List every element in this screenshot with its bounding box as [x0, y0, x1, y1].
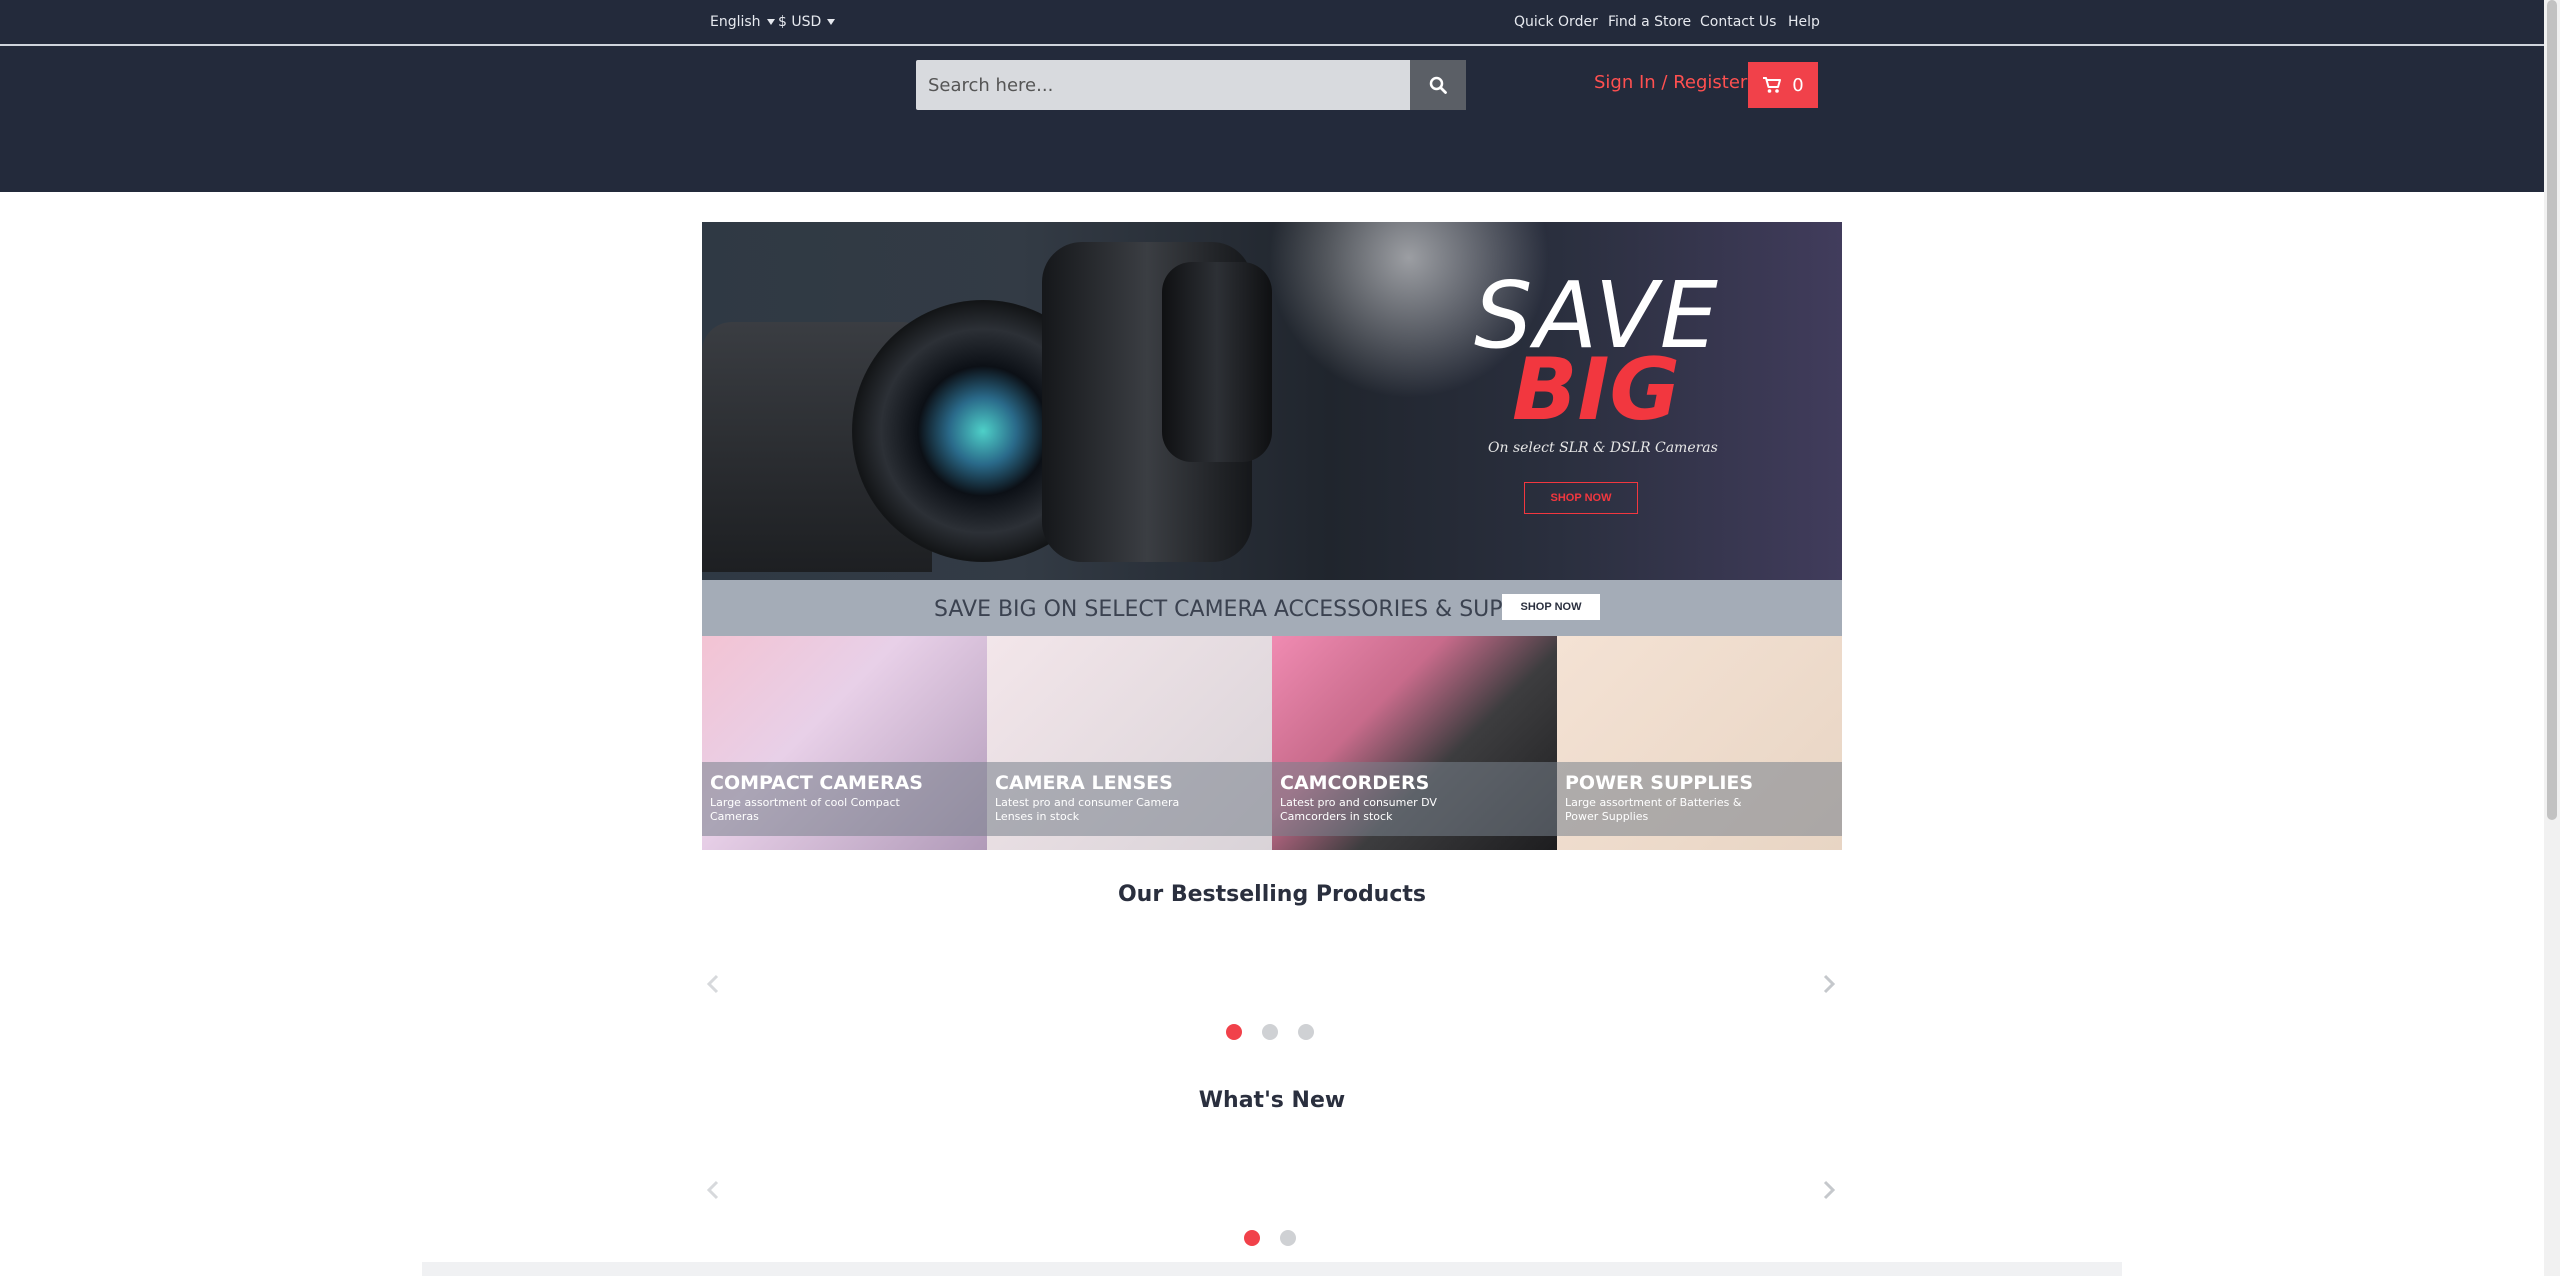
category-name: CAMERA LENSES [995, 772, 1173, 794]
chevron-left-icon[interactable] [704, 1180, 724, 1200]
category-desc: Latest pro and consumer Camera Lenses in… [995, 796, 1180, 823]
chevron-right-icon[interactable] [1818, 974, 1838, 994]
search-button[interactable] [1410, 60, 1466, 110]
whats-new-pagination [1244, 1230, 1296, 1246]
category-desc: Large assortment of Batteries & Power Su… [1565, 796, 1742, 823]
main-header: Sign In / Register 0 [0, 46, 2544, 192]
hero-banner[interactable]: SAVE BIG On select SLR & DSLR Cameras SH… [702, 222, 1842, 580]
content-footer-strip [422, 1262, 2122, 1276]
pagination-dot[interactable] [1280, 1230, 1296, 1246]
contact-us-link[interactable]: Contact Us [1700, 14, 1776, 30]
category-tile-camera-lenses[interactable]: CAMERA LENSES Latest pro and consumer Ca… [987, 636, 1272, 850]
chevron-down-icon [766, 19, 775, 25]
hero-subtitle: On select SLR & DSLR Cameras [1488, 440, 1718, 456]
hero-headline-big: BIG [1512, 340, 1681, 440]
category-tile-compact-cameras[interactable]: COMPACT CAMERAS Large assortment of cool… [702, 636, 987, 850]
search-icon [1429, 76, 1447, 94]
chevron-right-icon[interactable] [1818, 1180, 1838, 1200]
scrollbar-thumb[interactable] [2547, 0, 2557, 820]
category-desc: Large assortment of cool Compact Cameras [710, 796, 900, 823]
chevron-left-icon[interactable] [704, 974, 724, 994]
page-scrollbar[interactable] [2544, 0, 2560, 1276]
cart-icon [1763, 77, 1782, 93]
category-name: CAMCORDERS [1280, 772, 1430, 794]
category-name: POWER SUPPLIES [1565, 772, 1754, 794]
currency-select[interactable]: $ USD [778, 14, 836, 30]
pagination-dot[interactable] [1298, 1024, 1314, 1040]
promo-shop-now-button[interactable]: SHOP NOW [1502, 594, 1600, 620]
currency-value: $ USD [778, 14, 822, 30]
top-utility-bar: English $ USD Quick Order Find a Store C… [0, 0, 2544, 46]
find-store-link[interactable]: Find a Store [1608, 14, 1691, 30]
cart-count: 0 [1792, 74, 1804, 96]
promo-strip: SAVE BIG ON SELECT CAMERA ACCESSORIES & … [702, 580, 1842, 636]
language-select[interactable]: English [710, 14, 775, 30]
pagination-dot[interactable] [1262, 1024, 1278, 1040]
lens-image [1162, 262, 1272, 462]
help-link[interactable]: Help [1788, 14, 1820, 30]
search-input[interactable] [916, 60, 1420, 110]
cart-button[interactable]: 0 [1748, 62, 1818, 108]
signin-register-link[interactable]: Sign In / Register [1594, 72, 1747, 93]
hero-shop-now-button[interactable]: SHOP NOW [1524, 482, 1638, 514]
pagination-dot[interactable] [1226, 1024, 1242, 1040]
chevron-down-icon [827, 19, 836, 25]
category-tile-camcorders[interactable]: CAMCORDERS Latest pro and consumer DV Ca… [1272, 636, 1557, 850]
bestselling-title: Our Bestselling Products [1117, 882, 1427, 907]
category-tiles: COMPACT CAMERAS Large assortment of cool… [702, 636, 1842, 850]
search-bar [916, 60, 1466, 110]
language-value: English [710, 14, 761, 30]
category-name: COMPACT CAMERAS [710, 772, 923, 794]
promo-text: SAVE BIG ON SELECT CAMERA ACCESSORIES & … [934, 597, 1563, 622]
pagination-dot[interactable] [1244, 1230, 1260, 1246]
category-tile-power-supplies[interactable]: POWER SUPPLIES Large assortment of Batte… [1557, 636, 1842, 850]
quick-order-link[interactable]: Quick Order [1514, 14, 1598, 30]
whats-new-title: What's New [1198, 1088, 1346, 1113]
bestselling-pagination [1226, 1024, 1314, 1040]
category-desc: Latest pro and consumer DV Camcorders in… [1280, 796, 1437, 823]
